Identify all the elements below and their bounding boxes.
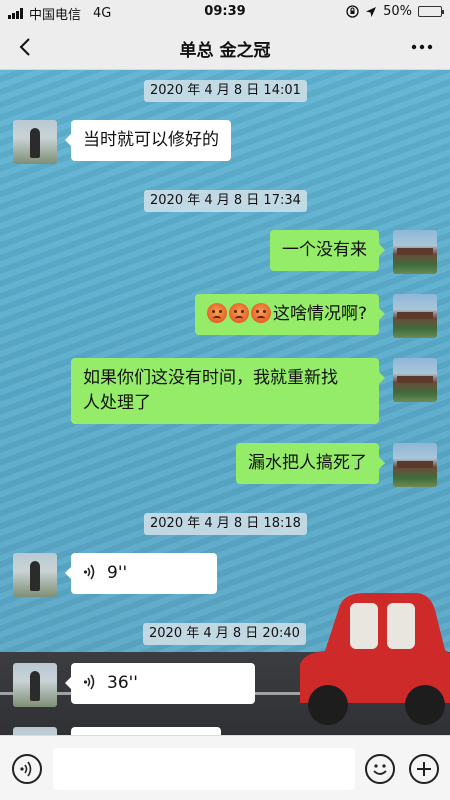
- voice-icon: [83, 674, 95, 690]
- more-dots-icon: [411, 44, 433, 50]
- status-bar: 中国电信 4G 09:39 50%: [0, 0, 450, 24]
- emoji-button[interactable]: [365, 754, 395, 784]
- message-text: 这啥情况啊?: [272, 304, 367, 324]
- timestamp: 2020 年 4 月 8 日 20:40: [143, 623, 306, 645]
- timestamp: 2020 年 4 月 8 日 18:18: [144, 513, 307, 535]
- angry-face-emoji: [228, 303, 249, 323]
- message-sent[interactable]: 一个没有来: [270, 230, 385, 271]
- avatar-self[interactable]: [393, 358, 437, 402]
- angry-face-emoji: [206, 303, 227, 323]
- battery-icon: [418, 6, 444, 17]
- chat-header: 单总 金之冠: [0, 24, 450, 70]
- voice-duration: 9'': [107, 563, 128, 583]
- voice-duration: 36'': [107, 673, 138, 693]
- message-sent[interactable]: 如果你们这没有时间，我就重新找 人处理了: [71, 358, 385, 424]
- avatar-contact[interactable]: [13, 663, 57, 707]
- message-text-line: 如果你们这没有时间，我就重新找: [83, 368, 338, 388]
- more-button[interactable]: [408, 32, 436, 62]
- message-input[interactable]: [53, 748, 355, 790]
- battery-percent: 50%: [383, 4, 412, 19]
- voice-message[interactable]: 9'': [65, 553, 217, 594]
- message-text-line: 人处理了: [83, 393, 151, 413]
- timestamp: 2020 年 4 月 8 日 14:01: [144, 80, 307, 102]
- avatar-self[interactable]: [393, 443, 437, 487]
- message-received[interactable]: 当时就可以修好的: [65, 120, 231, 161]
- avatar-contact[interactable]: [13, 727, 57, 735]
- chat-title: 单总 金之冠: [179, 41, 271, 61]
- message-sent[interactable]: 这啥情况啊?: [194, 294, 386, 335]
- input-bar: [0, 735, 450, 800]
- avatar-self[interactable]: [393, 230, 437, 274]
- voice-input-button[interactable]: [12, 754, 42, 784]
- wallpaper-car: [300, 593, 450, 725]
- avatar-contact[interactable]: [13, 553, 57, 597]
- timestamp: 2020 年 4 月 8 日 17:34: [144, 190, 307, 212]
- angry-face-emoji: [250, 303, 271, 323]
- rotation-lock-icon: [346, 5, 359, 18]
- plus-icon: [417, 762, 431, 776]
- message-sent[interactable]: 漏水把人搞死了: [236, 443, 385, 484]
- voice-message[interactable]: 36'': [65, 663, 255, 704]
- voice-icon: [83, 564, 95, 580]
- message-received[interactable]: [71, 727, 221, 735]
- chat-area[interactable]: 2020 年 4 月 8 日 14:01 当时就可以修好的 2020 年 4 月…: [0, 70, 450, 735]
- avatar-contact[interactable]: [13, 120, 57, 164]
- plus-button[interactable]: [409, 754, 439, 784]
- emoji-icon: [373, 764, 387, 775]
- location-icon: [366, 6, 377, 17]
- avatar-self[interactable]: [393, 294, 437, 338]
- status-right: 50%: [346, 4, 444, 19]
- voice-icon: [20, 761, 32, 777]
